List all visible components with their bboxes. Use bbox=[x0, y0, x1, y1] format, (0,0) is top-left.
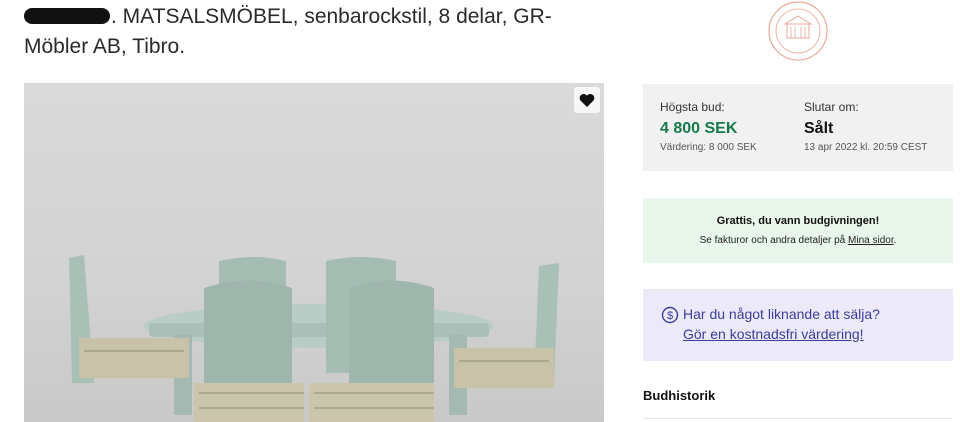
listing-title-line2: Möbler AB, Tibro. bbox=[24, 35, 186, 58]
ends-label: Slutar om: bbox=[804, 100, 859, 114]
sell-question: Har du något liknande att sälja? bbox=[683, 306, 880, 322]
valuation-text: Värdering: 8 000 SEK bbox=[660, 142, 757, 153]
divider bbox=[643, 418, 953, 419]
winner-details-suffix: . bbox=[893, 235, 897, 246]
dining-set-illustration bbox=[69, 255, 559, 422]
my-pages-link[interactable]: Mina sidor bbox=[848, 235, 894, 246]
redacted-text bbox=[24, 8, 110, 24]
winner-details-text: Se fakturor och andra detaljer på bbox=[699, 235, 846, 246]
dollar-circle-icon: $ bbox=[661, 306, 679, 324]
heart-icon bbox=[579, 93, 595, 107]
product-photo[interactable] bbox=[24, 83, 604, 422]
auction-house-seal-logo bbox=[765, 0, 831, 62]
highest-bid-label: Högsta bud: bbox=[660, 100, 725, 114]
svg-text:$: $ bbox=[667, 310, 673, 322]
winner-details: Se fakturor och andra detaljer på Mina s… bbox=[643, 235, 953, 246]
ends-date: 13 apr 2022 kl. 20:59 CEST bbox=[804, 142, 928, 153]
winner-heading: Grattis, du vann budgivningen! bbox=[716, 215, 880, 227]
winner-notice: Grattis, du vann budgivningen! Se faktur… bbox=[643, 198, 953, 263]
bid-summary-panel: Högsta bud: 4 800 SEK Värdering: 8 000 S… bbox=[643, 84, 953, 171]
sell-promo-panel: $ Har du något liknande att sälja? Gör e… bbox=[643, 289, 953, 361]
listing-title: . MATSALSMÖBEL, senbarockstil, 8 delar, … bbox=[24, 2, 584, 62]
highest-bid-value: 4 800 SEK bbox=[660, 120, 738, 137]
favorite-button[interactable] bbox=[574, 87, 600, 113]
free-valuation-link[interactable]: Gör en kostnadsfri värdering! bbox=[683, 326, 864, 342]
ends-status: Sålt bbox=[804, 120, 834, 137]
listing-title-line1: . MATSALSMÖBEL, senbarockstil, 8 delar, … bbox=[111, 5, 552, 28]
bid-history-heading[interactable]: Budhistorik bbox=[643, 388, 715, 403]
